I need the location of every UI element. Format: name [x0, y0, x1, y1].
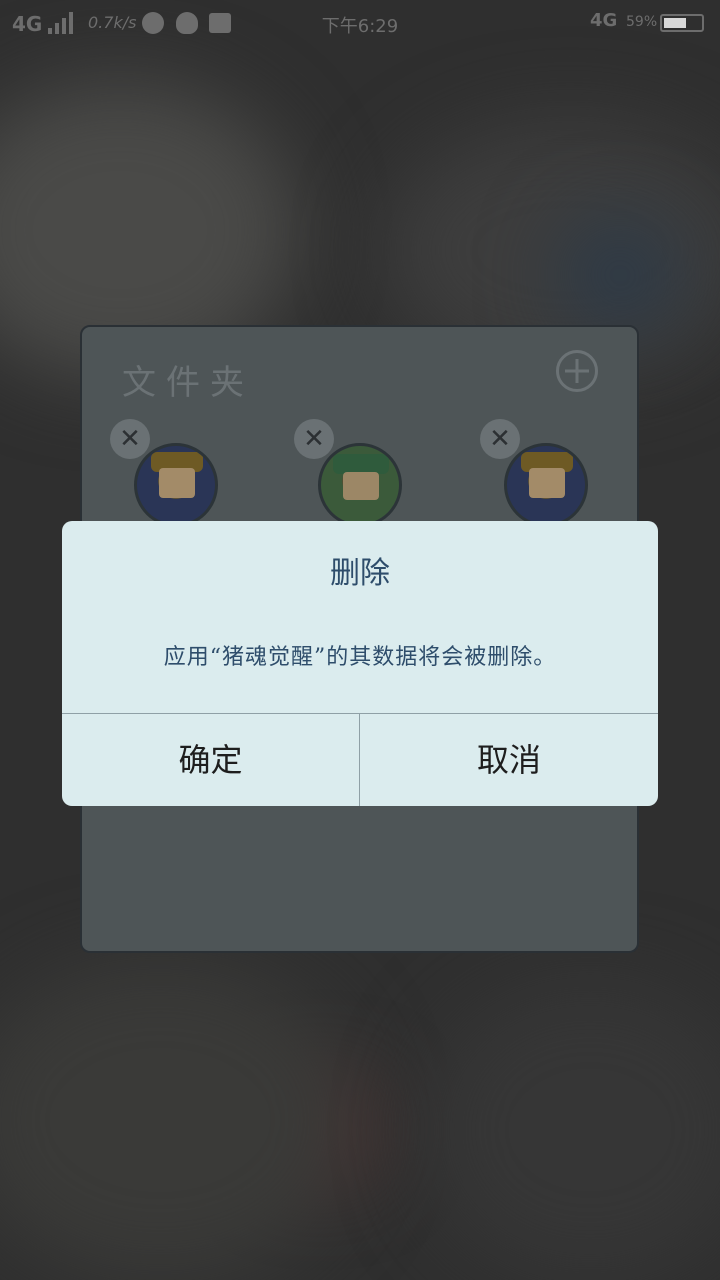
- screen: 4G 0.7k/s 下午6:29 4G 59% 文件夹 ✕ ✕ ✕ 删除 应用“…: [0, 0, 720, 1280]
- battery-percent: 59%: [626, 14, 658, 30]
- folder-app: ✕: [294, 419, 406, 529]
- wallpaper-blur: [560, 220, 680, 330]
- add-icon[interactable]: [556, 350, 598, 392]
- dialog-message: 应用“猪魂觉醒”的其数据将会被删除。: [163, 645, 557, 670]
- network-type-right: 4G: [590, 10, 618, 31]
- wallpaper-blur: [420, 980, 720, 1280]
- game-boy-icon[interactable]: [318, 443, 402, 527]
- dialog-title: 删除: [330, 556, 390, 591]
- folder-app: ✕: [480, 419, 592, 529]
- cancel-button[interactable]: 取消: [360, 714, 658, 806]
- wallpaper-blur: [0, 960, 360, 1280]
- confirm-button[interactable]: 确定: [62, 714, 359, 806]
- folder-app: ✕: [110, 419, 222, 529]
- remove-app-button[interactable]: ✕: [480, 419, 520, 459]
- game-girl-icon[interactable]: [134, 443, 218, 527]
- folder-title[interactable]: 文件夹: [122, 355, 254, 404]
- status-bar: 4G 0.7k/s 下午6:29 4G 59%: [0, 0, 720, 48]
- remove-app-button[interactable]: ✕: [110, 419, 150, 459]
- game-girl-icon[interactable]: [504, 443, 588, 527]
- delete-dialog: 删除 应用“猪魂觉醒”的其数据将会被删除。 确定 取消: [62, 521, 658, 806]
- remove-app-button[interactable]: ✕: [294, 419, 334, 459]
- battery-icon: [660, 14, 704, 32]
